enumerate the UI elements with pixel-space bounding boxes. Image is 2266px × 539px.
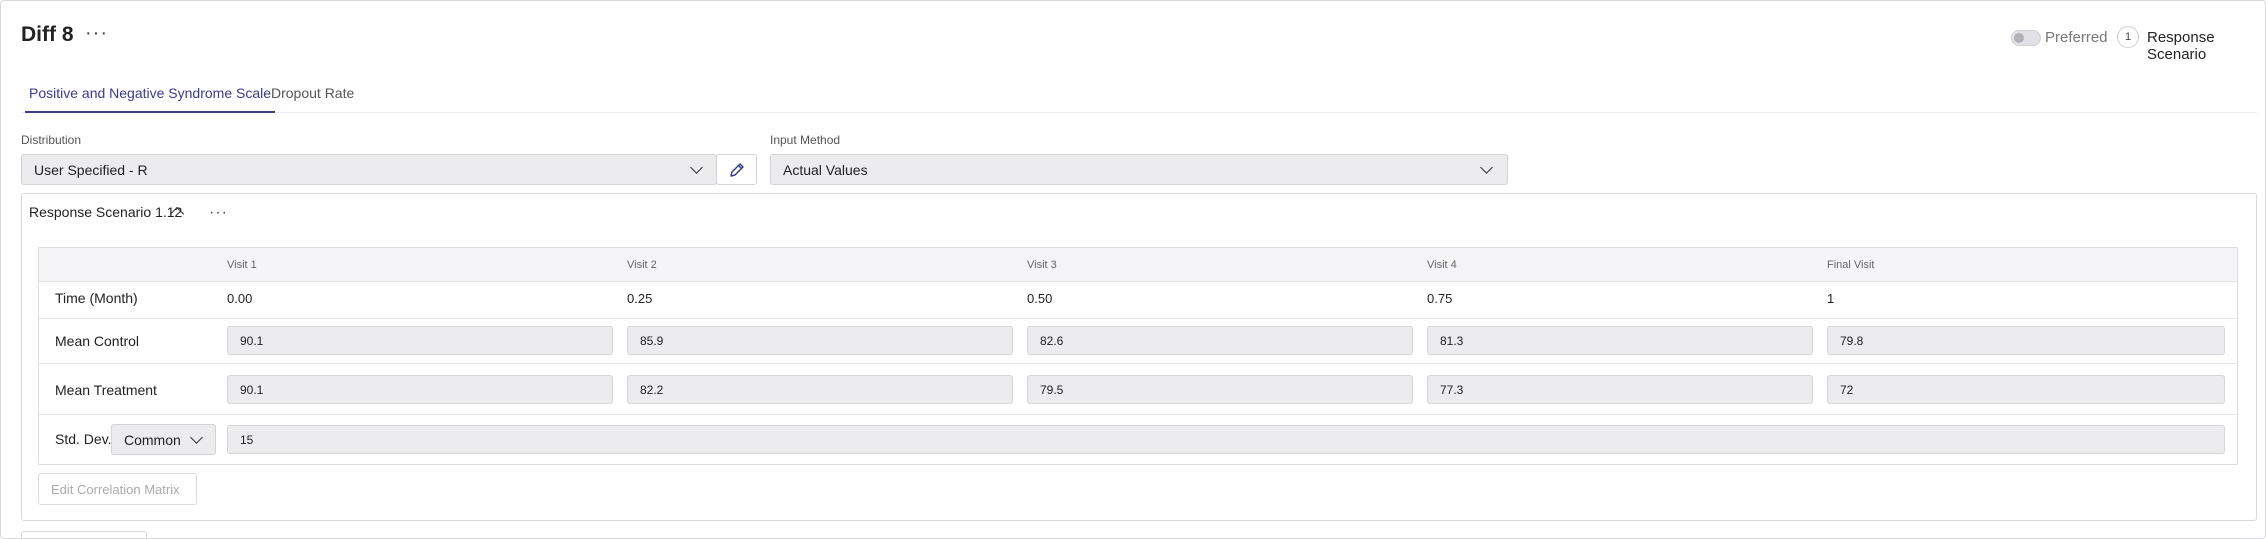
time-value: 1 (1827, 291, 1835, 306)
mean-treatment-input[interactable]: 90.1 (227, 375, 613, 404)
response-table: Visit 1 Visit 2 Visit 3 Visit 4 Final Vi… (38, 247, 2238, 465)
row-divider (39, 414, 2237, 415)
mean-treatment-input[interactable]: 72 (1827, 375, 2225, 404)
chevron-down-icon (1480, 161, 1493, 174)
time-value: 0.75 (1427, 291, 1453, 306)
page-title: Diff 8 (21, 23, 74, 46)
column-header: Visit 2 (627, 259, 657, 271)
input-method-label: Input Method (770, 133, 841, 147)
time-value: 0.25 (627, 291, 653, 306)
input-method-value: Actual Values (783, 162, 868, 178)
mean-control-label: Mean Control (55, 333, 140, 349)
mean-control-input[interactable]: 79.8 (1827, 326, 2225, 355)
chevron-down-icon (690, 161, 703, 174)
mean-control-input[interactable]: 81.3 (1427, 326, 1813, 355)
panel-title: Response Scenario 1.12 (29, 204, 183, 220)
input-method-select[interactable]: Actual Values (770, 154, 1508, 185)
time-value: 0.50 (1027, 291, 1053, 306)
mean-treatment-value: 79.5 (1040, 383, 1064, 397)
chevron-down-icon (190, 431, 203, 444)
tab-dropout-rate[interactable]: Dropout Rate (271, 85, 354, 113)
mean-control-value: 82.6 (1040, 334, 1064, 348)
mean-control-input[interactable]: 82.6 (1027, 326, 1413, 355)
mean-control-input[interactable]: 90.1 (227, 326, 613, 355)
mean-treatment-label: Mean Treatment (55, 382, 157, 398)
std-dev-type-value: Common (124, 432, 181, 448)
edit-distribution-button[interactable] (716, 154, 757, 185)
std-dev-type-select[interactable]: Common (111, 424, 216, 455)
scenario-count-badge: 1 (2117, 26, 2139, 48)
std-dev-input[interactable]: 15 (227, 425, 2225, 454)
std-dev-label: Std. Dev. (55, 431, 112, 447)
mean-treatment-value: 90.1 (240, 383, 264, 397)
distribution-select[interactable]: User Specified - R (21, 154, 717, 185)
column-header: Final Visit (1827, 259, 1875, 271)
tab-panss[interactable]: Positive and Negative Syndrome Scale (25, 85, 276, 113)
mean-treatment-value: 77.3 (1440, 383, 1464, 397)
mean-control-value: 85.9 (640, 334, 664, 348)
distribution-value: User Specified - R (34, 162, 148, 178)
toggle-knob (2014, 33, 2024, 43)
scenario-card: Diff 8 ··· Preferred 1 Response Scenario… (0, 0, 2266, 539)
preferred-toggle[interactable] (2011, 30, 2041, 46)
time-value: 0.00 (227, 291, 253, 306)
column-header: Visit 4 (1427, 259, 1457, 271)
panel-more-menu-icon[interactable]: ··· (209, 204, 228, 222)
std-dev-value: 15 (240, 433, 254, 447)
mean-control-value: 90.1 (240, 334, 264, 348)
column-header: Visit 1 (227, 259, 257, 271)
mean-treatment-value: 72 (1840, 383, 1854, 397)
pencil-icon (730, 163, 744, 177)
mean-control-value: 81.3 (1440, 334, 1464, 348)
mean-treatment-input[interactable]: 82.2 (627, 375, 1013, 404)
mean-treatment-value: 82.2 (640, 383, 664, 397)
distribution-label: Distribution (21, 133, 82, 147)
row-divider (39, 363, 2237, 364)
tab-bar: Positive and Negative Syndrome Scale Dro… (21, 77, 2257, 113)
column-header: Visit 3 (1027, 259, 1057, 271)
edit-correlation-matrix-label: Edit Correlation Matrix (51, 482, 180, 497)
more-menu-icon[interactable]: ··· (85, 22, 108, 45)
mean-treatment-input[interactable]: 79.5 (1027, 375, 1413, 404)
row-divider (39, 318, 2237, 319)
mean-control-input[interactable]: 85.9 (627, 326, 1013, 355)
mean-control-value: 79.8 (1840, 334, 1864, 348)
mean-treatment-input[interactable]: 77.3 (1427, 375, 1813, 404)
scenario-count-label: Response Scenario (2147, 29, 2215, 63)
time-row-label: Time (Month) (55, 290, 138, 306)
preferred-label: Preferred (2045, 29, 2108, 46)
edit-correlation-matrix-button[interactable]: Edit Correlation Matrix (38, 473, 197, 505)
add-scenario-button[interactable] (21, 531, 147, 539)
table-header: Visit 1 Visit 2 Visit 3 Visit 4 Final Vi… (39, 248, 2237, 282)
